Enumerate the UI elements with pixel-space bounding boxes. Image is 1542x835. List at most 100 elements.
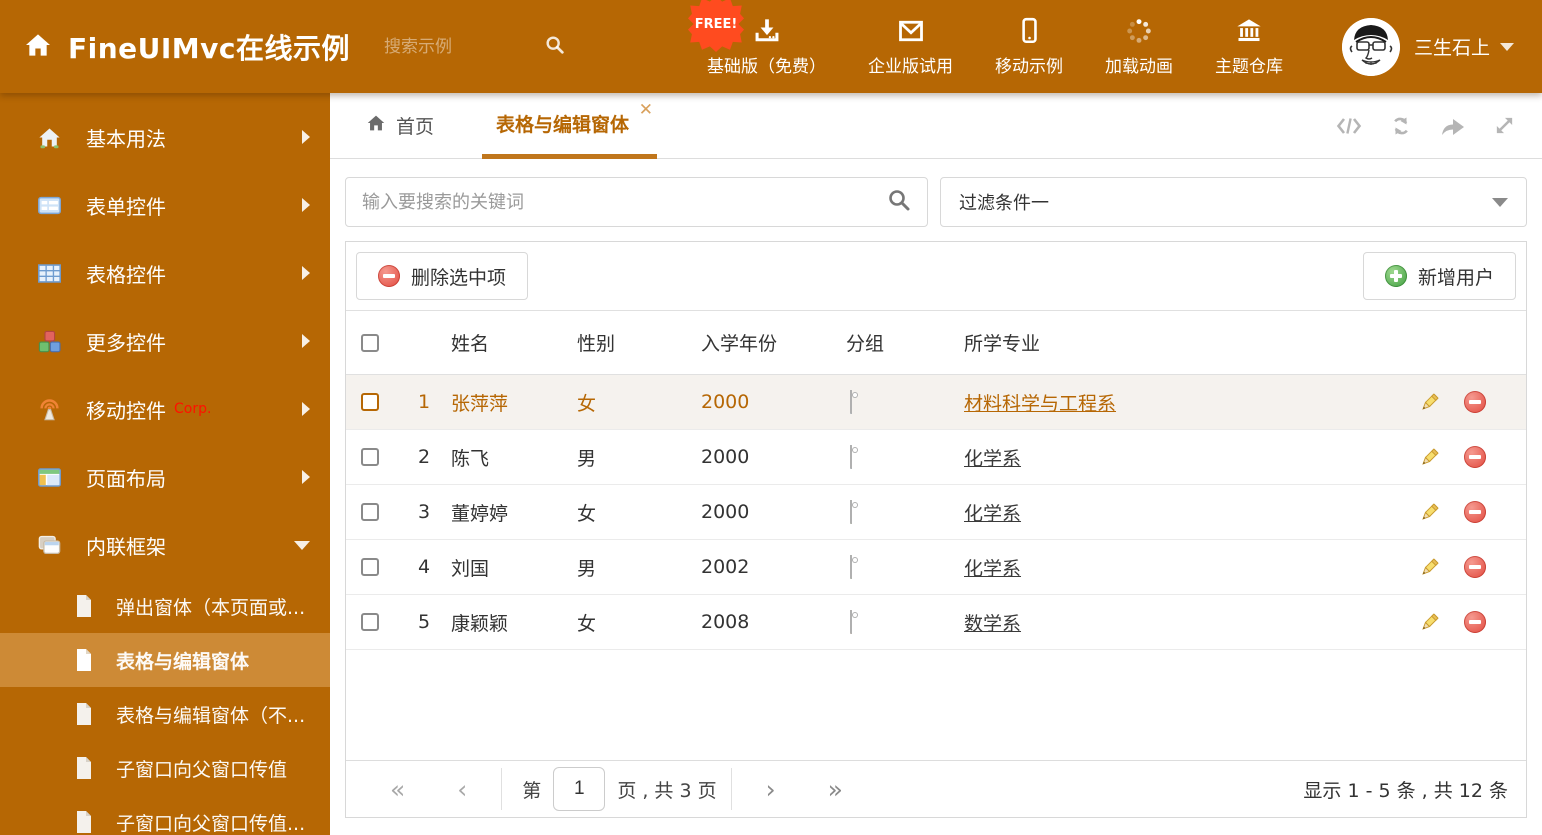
cell-gender: 女 — [577, 612, 597, 635]
sidebar-item-mobile-controls[interactable]: 移动控件 Corp. — [0, 375, 330, 443]
avatar[interactable] — [1342, 17, 1401, 76]
column-header-year[interactable]: 入学年份 — [692, 329, 832, 356]
cell-group — [832, 445, 952, 469]
search-icon[interactable] — [887, 188, 911, 216]
column-header-group[interactable]: 分组 — [832, 329, 952, 356]
chevron-right-icon — [302, 198, 310, 212]
fullscreen-icon[interactable] — [1493, 114, 1516, 137]
page-number-input[interactable] — [553, 767, 606, 811]
table-row[interactable]: 5 康颖颖 女 2008 数学系 — [346, 595, 1526, 650]
delete-selected-button[interactable]: 删除选中项 — [356, 252, 529, 300]
home-icon — [365, 112, 387, 139]
sidebar-subitem-popup-window[interactable]: 弹出窗体（本页面或... — [0, 579, 330, 633]
cell-gender: 男 — [577, 447, 597, 470]
column-header-major[interactable]: 所学专业 — [952, 329, 1418, 356]
header-search-input[interactable] — [384, 36, 545, 57]
select-all-checkbox[interactable] — [361, 333, 379, 352]
delete-row-icon[interactable] — [1464, 501, 1526, 523]
source-code-icon[interactable] — [1336, 115, 1362, 137]
row-checkbox[interactable] — [361, 558, 379, 576]
sidebar-item-inline-frame[interactable]: 内联框架 — [0, 511, 330, 579]
delete-row-icon[interactable] — [1464, 446, 1526, 468]
page-label-before: 第 — [522, 779, 542, 802]
mobile-icon — [1016, 17, 1042, 45]
keyword-search-input[interactable] — [362, 191, 887, 213]
cell-year: 2008 — [701, 611, 750, 633]
grid-toolbar: 删除选中项 新增用户 — [346, 242, 1526, 311]
prev-page-button[interactable]: ‹ — [457, 777, 467, 802]
edit-row-icon[interactable] — [1418, 391, 1464, 414]
sidebar-item-page-layout[interactable]: 页面布局 — [0, 443, 330, 511]
table-row[interactable]: 4 刘国 男 2002 化学系 — [346, 540, 1526, 595]
app-title: FineUIMvc在线示例 — [68, 31, 351, 65]
table-row[interactable]: 3 董婷婷 女 2000 化学系 — [346, 485, 1526, 540]
major-link[interactable]: 化学系 — [964, 558, 1021, 580]
minus-circle-icon — [378, 265, 400, 287]
chevron-right-icon — [302, 334, 310, 348]
filter-select[interactable]: 过滤条件一 — [940, 177, 1527, 227]
table-row[interactable]: 2 陈飞 男 2000 化学系 — [346, 430, 1526, 485]
sidebar-subitem-grid-edit-window[interactable]: 表格与编辑窗体 — [0, 633, 330, 687]
header-nav: 基础版（免费） 企业版试用 移动示例 加载动画 主题仓库 — [686, 17, 1304, 77]
home-icon — [36, 124, 64, 151]
chevron-down-icon — [294, 540, 310, 550]
nav-mobile-demos[interactable]: 移动示例 — [974, 17, 1084, 77]
tab-grid-edit-window[interactable]: 表格与编辑窗体 ✕ — [482, 93, 658, 159]
delete-row-icon[interactable] — [1464, 556, 1526, 578]
cell-year: 2002 — [701, 556, 750, 578]
sidebar-item-grid-controls[interactable]: 表格控件 — [0, 239, 330, 307]
row-checkbox[interactable] — [361, 393, 379, 411]
nav-label: 移动示例 — [995, 56, 1064, 77]
close-tab-icon[interactable]: ✕ — [639, 101, 653, 119]
cell-major: 化学系 — [952, 554, 1418, 581]
tab-bar: 首页 表格与编辑窗体 ✕ — [330, 93, 1542, 159]
first-page-button[interactable]: « — [390, 777, 405, 802]
user-name[interactable]: 三生石上 — [1414, 33, 1490, 60]
user-menu-caret-icon[interactable] — [1500, 42, 1515, 51]
cell-year: 2000 — [701, 501, 750, 523]
sidebar-subitem-grid-edit-window-alt[interactable]: 表格与编辑窗体（不... — [0, 687, 330, 741]
edit-row-icon[interactable] — [1418, 446, 1464, 469]
table-row[interactable]: 1 张萍萍 女 2000 材料科学与工程系 — [346, 375, 1526, 430]
add-user-button[interactable]: 新增用户 — [1362, 252, 1516, 300]
open-in-new-icon[interactable] — [1440, 115, 1466, 137]
sidebar-item-more-controls[interactable]: 更多控件 — [0, 307, 330, 375]
sidebar-subitem-label: 子窗口向父窗口传值... — [116, 812, 306, 835]
frames-icon — [36, 532, 64, 559]
row-checkbox[interactable] — [361, 448, 379, 466]
last-page-button[interactable]: » — [828, 777, 843, 802]
row-checkbox[interactable] — [361, 613, 379, 631]
refresh-icon[interactable] — [1389, 114, 1413, 138]
edit-row-icon[interactable] — [1418, 556, 1464, 579]
nav-theme-repository[interactable]: 主题仓库 — [1194, 17, 1304, 77]
app-logo[interactable]: FineUIMvc在线示例 — [22, 27, 350, 67]
chevron-right-icon — [302, 266, 310, 280]
tab-home[interactable]: 首页 — [365, 93, 434, 159]
tab-label: 表格与编辑窗体 — [496, 113, 630, 136]
sidebar-item-basic-usage[interactable]: 基本用法 — [0, 103, 330, 171]
edit-row-icon[interactable] — [1418, 501, 1464, 524]
row-checkbox[interactable] — [361, 503, 379, 521]
search-icon[interactable] — [544, 34, 566, 60]
home-icon — [22, 29, 54, 65]
column-header-gender[interactable]: 性别 — [568, 329, 692, 356]
nav-loading-animations[interactable]: 加载动画 — [1084, 17, 1194, 77]
delete-selected-label: 删除选中项 — [411, 267, 507, 289]
cell-group — [832, 555, 952, 579]
bank-icon — [1234, 17, 1264, 45]
sidebar-subitem-child-to-parent[interactable]: 子窗口向父窗口传值 — [0, 741, 330, 795]
table-header-row: 姓名 性别 入学年份 分组 所学专业 — [346, 311, 1526, 375]
delete-row-icon[interactable] — [1464, 391, 1526, 413]
delete-row-icon[interactable] — [1464, 611, 1526, 633]
edit-row-icon[interactable] — [1418, 611, 1464, 634]
sidebar-subitem-child-to-parent-alt[interactable]: 子窗口向父窗口传值... — [0, 795, 330, 835]
major-link[interactable]: 数学系 — [964, 613, 1021, 635]
major-link[interactable]: 材料科学与工程系 — [964, 393, 1116, 415]
major-link[interactable]: 化学系 — [964, 503, 1021, 525]
sidebar-item-form-controls[interactable]: 表单控件 — [0, 171, 330, 239]
column-header-name[interactable]: 姓名 — [442, 329, 568, 356]
tag-icon — [850, 445, 852, 469]
major-link[interactable]: 化学系 — [964, 448, 1021, 470]
nav-enterprise-trial[interactable]: 企业版试用 — [847, 17, 974, 77]
next-page-button[interactable]: › — [766, 777, 776, 802]
